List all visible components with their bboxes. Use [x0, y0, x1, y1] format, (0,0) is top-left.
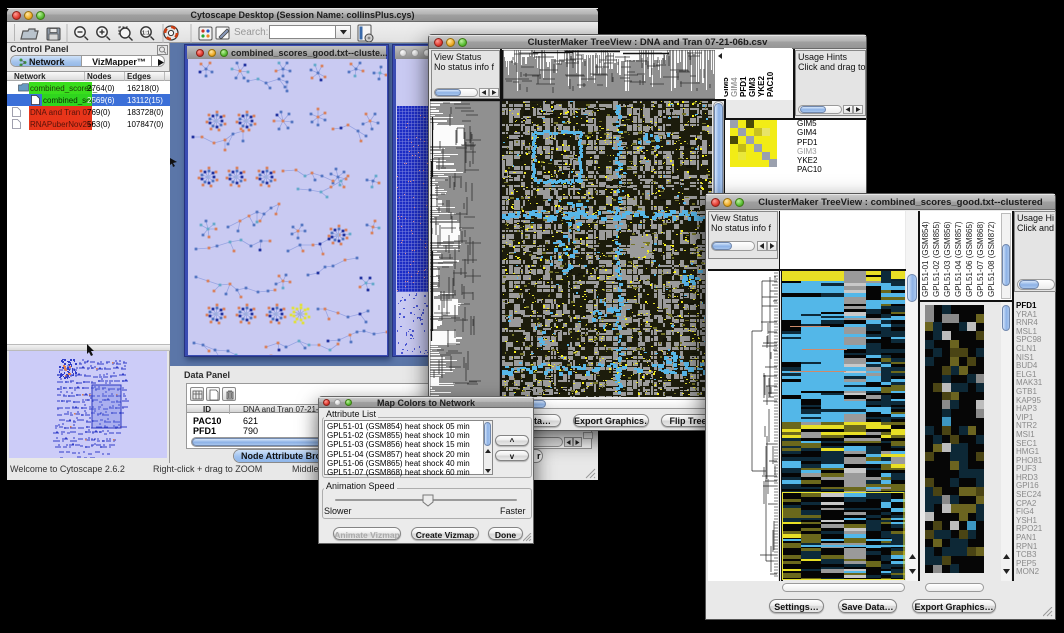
- svg-text:GPL51-02 (GSM855): GPL51-02 (GSM855): [932, 221, 941, 297]
- svg-text:1:1: 1:1: [142, 31, 150, 37]
- svg-text:GPL51-01 (GSM854): GPL51-01 (GSM854): [921, 221, 930, 297]
- svg-text:GPL51-04 (GSM857): GPL51-04 (GSM857): [954, 221, 963, 297]
- svg-text:GPL51-03 (GSM856): GPL51-03 (GSM856): [943, 221, 952, 297]
- svg-text:GPL51-08 (GSM872): GPL51-08 (GSM872): [987, 221, 996, 297]
- svg-text:GPL51-07 (GSM868): GPL51-07 (GSM868): [976, 221, 985, 297]
- svg-text:GPL51-06 (GSM865): GPL51-06 (GSM865): [965, 221, 974, 297]
